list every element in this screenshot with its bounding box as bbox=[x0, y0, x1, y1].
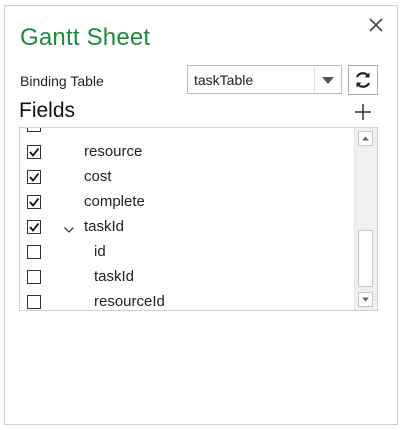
checkbox[interactable] bbox=[27, 128, 41, 132]
list-item[interactable]: resourceId bbox=[20, 291, 350, 310]
vertical-scrollbar[interactable] bbox=[354, 128, 377, 310]
dropdown-arrow-icon[interactable] bbox=[314, 66, 341, 93]
refresh-button[interactable] bbox=[348, 65, 378, 95]
close-icon[interactable] bbox=[365, 14, 387, 36]
checkbox-checked[interactable] bbox=[27, 220, 41, 234]
scroll-down-button[interactable] bbox=[358, 292, 373, 307]
list-item[interactable] bbox=[20, 128, 350, 139]
list-item[interactable]: complete bbox=[20, 191, 350, 216]
scrollbar-thumb[interactable] bbox=[358, 230, 373, 287]
field-label: id bbox=[94, 243, 106, 260]
panel-title: Gantt Sheet bbox=[20, 24, 151, 51]
field-label: cost bbox=[84, 168, 112, 185]
list-item[interactable]: resource bbox=[20, 141, 350, 166]
list-item[interactable]: taskId bbox=[20, 266, 350, 291]
fields-list[interactable]: resource cost complete taskId id taskId … bbox=[19, 127, 378, 311]
checkbox-checked[interactable] bbox=[27, 170, 41, 184]
plus-icon[interactable] bbox=[353, 102, 373, 122]
list-item[interactable]: taskId bbox=[20, 216, 350, 241]
field-label: complete bbox=[84, 193, 145, 210]
fields-heading: Fields bbox=[19, 99, 76, 122]
gantt-sheet-panel: Gantt Sheet Binding Table taskTable Fiel… bbox=[4, 5, 398, 425]
binding-table-label: Binding Table bbox=[20, 73, 104, 89]
binding-table-value: taskTable bbox=[194, 72, 254, 88]
checkbox-checked[interactable] bbox=[27, 145, 41, 159]
binding-table-select[interactable]: taskTable bbox=[187, 65, 342, 94]
field-label: taskId bbox=[94, 268, 135, 285]
refresh-icon bbox=[356, 72, 370, 88]
field-label: resource bbox=[84, 143, 143, 160]
scroll-up-button[interactable] bbox=[358, 131, 373, 146]
field-label: taskId bbox=[84, 218, 125, 235]
list-item[interactable]: id bbox=[20, 241, 350, 266]
chevron-down-icon[interactable] bbox=[63, 222, 75, 233]
list-item[interactable]: cost bbox=[20, 166, 350, 191]
field-label: resourceId bbox=[94, 293, 165, 310]
checkbox[interactable] bbox=[27, 295, 41, 309]
checkbox[interactable] bbox=[27, 245, 41, 259]
checkbox[interactable] bbox=[27, 270, 41, 284]
checkbox-checked[interactable] bbox=[27, 195, 41, 209]
